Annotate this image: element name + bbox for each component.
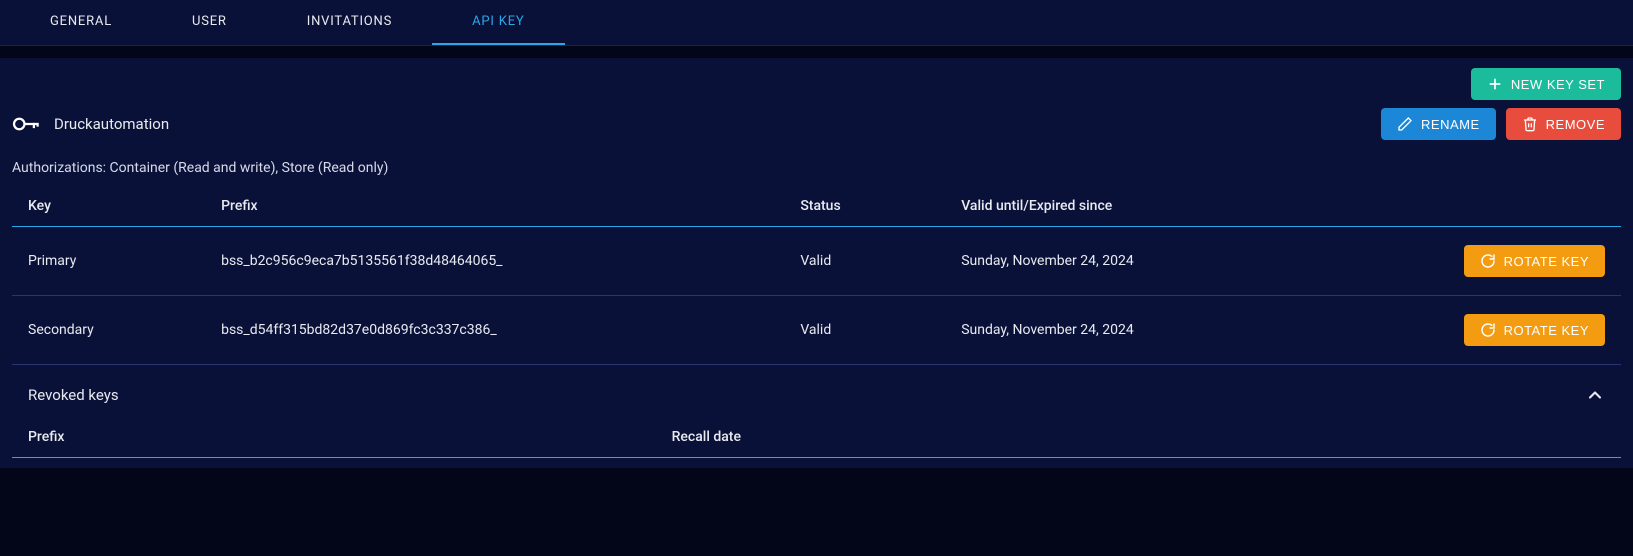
cell-key: Primary — [12, 227, 205, 296]
new-key-set-button[interactable]: NEW KEY SET — [1471, 68, 1621, 100]
col-header-prefix: Prefix — [205, 186, 784, 227]
rotate-icon — [1480, 253, 1496, 269]
revoked-table-header-row: Prefix Recall date — [12, 417, 1621, 458]
keyset-title: Druckautomation — [54, 115, 169, 133]
plus-icon — [1487, 76, 1503, 92]
col-header-status: Status — [784, 186, 945, 227]
col-header-recall-date: Recall date — [656, 417, 1621, 458]
authorizations-text: Authorizations: Container (Read and writ… — [0, 140, 1633, 186]
rotate-key-label: ROTATE KEY — [1504, 323, 1589, 338]
col-header-revoked-prefix: Prefix — [12, 417, 656, 458]
revoked-keys-table: Prefix Recall date — [12, 417, 1621, 458]
new-key-set-label: NEW KEY SET — [1511, 77, 1605, 92]
cell-action: ROTATE KEY — [1396, 296, 1621, 365]
revoked-keys-toggle[interactable]: Revoked keys — [0, 365, 1633, 417]
api-key-panel: NEW KEY SET Druckautomation RENAME REMOV… — [0, 58, 1633, 468]
keyset-header-left: Druckautomation — [12, 115, 169, 133]
rename-label: RENAME — [1421, 117, 1480, 132]
cell-prefix: bss_b2c956c9eca7b5135561f38d48464065_ — [205, 227, 784, 296]
keyset-actions: RENAME REMOVE — [1381, 108, 1621, 140]
pencil-icon — [1397, 116, 1413, 132]
cell-action: ROTATE KEY — [1396, 227, 1621, 296]
col-header-action — [1396, 186, 1621, 227]
tab-general[interactable]: GENERAL — [10, 0, 152, 45]
tab-invitations[interactable]: INVITATIONS — [267, 0, 432, 45]
revoked-keys-title: Revoked keys — [28, 386, 119, 404]
col-header-key: Key — [12, 186, 205, 227]
key-icon — [12, 115, 40, 133]
table-row: Secondary bss_d54ff315bd82d37e0d869fc3c3… — [12, 296, 1621, 365]
rotate-icon — [1480, 322, 1496, 338]
cell-status: Valid — [784, 296, 945, 365]
cell-status: Valid — [784, 227, 945, 296]
cell-key: Secondary — [12, 296, 205, 365]
toolbar-top: NEW KEY SET — [0, 58, 1633, 100]
keys-table-header-row: Key Prefix Status Valid until/Expired si… — [12, 186, 1621, 227]
rename-button[interactable]: RENAME — [1381, 108, 1496, 140]
remove-button[interactable]: REMOVE — [1506, 108, 1621, 140]
rotate-key-button[interactable]: ROTATE KEY — [1464, 245, 1605, 277]
remove-label: REMOVE — [1546, 117, 1605, 132]
keys-table: Key Prefix Status Valid until/Expired si… — [12, 186, 1621, 365]
rotate-key-label: ROTATE KEY — [1504, 254, 1589, 269]
trash-icon — [1522, 116, 1538, 132]
cell-valid: Sunday, November 24, 2024 — [945, 227, 1396, 296]
keyset-header: Druckautomation RENAME REMOVE — [0, 100, 1633, 140]
cell-valid: Sunday, November 24, 2024 — [945, 296, 1396, 365]
rotate-key-button[interactable]: ROTATE KEY — [1464, 314, 1605, 346]
tab-user[interactable]: USER — [152, 0, 267, 45]
chevron-up-icon — [1585, 385, 1605, 405]
tab-api-key[interactable]: API KEY — [432, 0, 564, 45]
col-header-valid: Valid until/Expired since — [945, 186, 1396, 227]
table-row: Primary bss_b2c956c9eca7b5135561f38d4846… — [12, 227, 1621, 296]
cell-prefix: bss_d54ff315bd82d37e0d869fc3c337c386_ — [205, 296, 784, 365]
tab-bar: GENERAL USER INVITATIONS API KEY — [0, 0, 1633, 46]
